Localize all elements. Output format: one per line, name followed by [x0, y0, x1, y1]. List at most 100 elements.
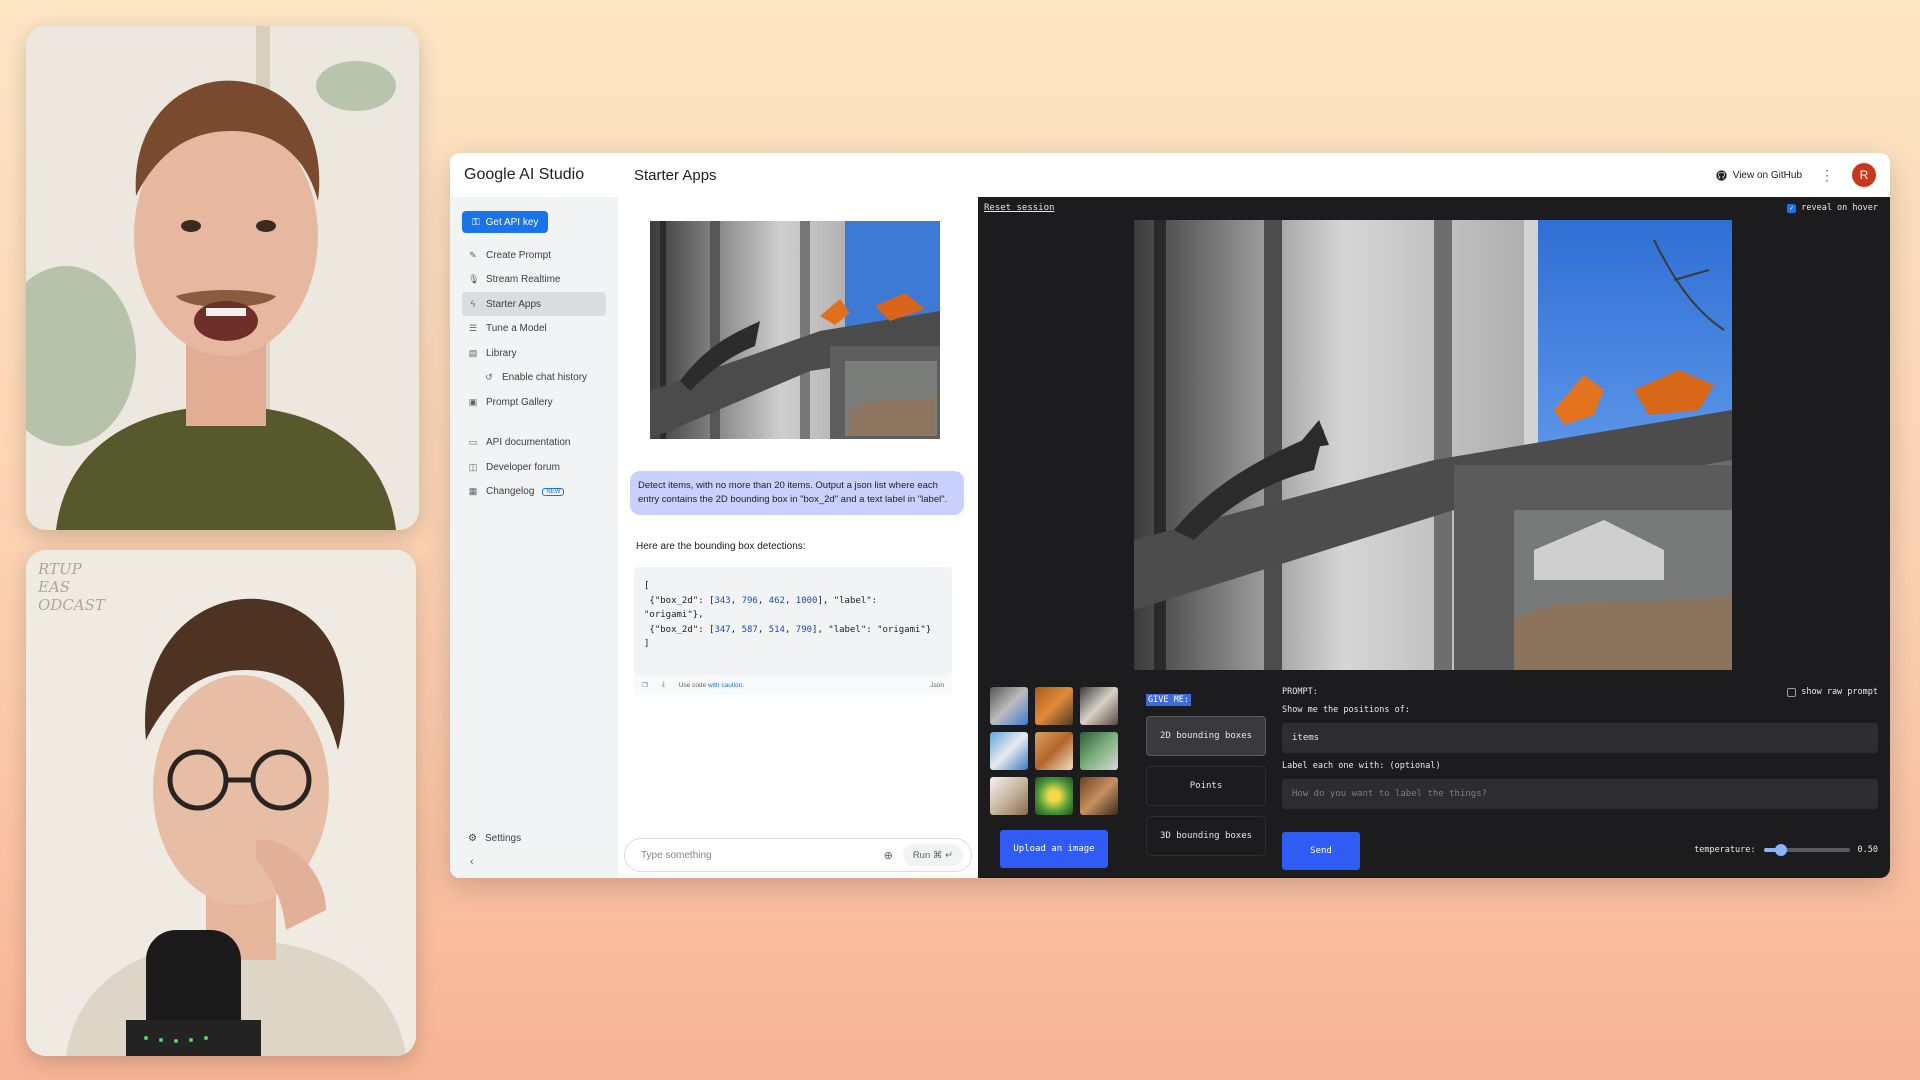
example-thumbnail[interactable] — [990, 732, 1028, 770]
temperature-slider-handle[interactable] — [1774, 844, 1787, 856]
main-preview-image[interactable] — [1134, 220, 1732, 670]
upload-image-button[interactable]: Upload an image — [1000, 830, 1108, 868]
positions-label: Show me the positions of: — [1282, 705, 1410, 715]
sidebar-item-stream-realtime[interactable]: 🎙 Stream Realtime — [462, 268, 606, 292]
example-thumbnail[interactable] — [1080, 777, 1118, 815]
webcam-presenter-2-image — [26, 550, 416, 1056]
example-thumbnail[interactable] — [990, 687, 1028, 725]
give-me-label: GIVE ME: — [1146, 694, 1191, 706]
code-number: 796 — [741, 595, 758, 606]
code-token: {"box_2d": [ — [649, 595, 715, 606]
code-number: 347 — [714, 624, 731, 635]
add-media-icon[interactable]: ⊕ — [884, 849, 893, 862]
composer-input[interactable]: Type something — [641, 850, 712, 861]
sidebar-item-tune-a-model[interactable]: ☰ Tune a Model — [462, 317, 606, 341]
collapse-sidebar-icon[interactable]: ‹ — [470, 856, 474, 868]
spatial-understanding-app: Reset session ✓ reveal on hover Upload a… — [978, 197, 1890, 878]
code-caution-note: Use code with caution. — [679, 682, 744, 689]
uploaded-image — [650, 221, 940, 439]
gear-icon: ⚙ — [468, 833, 477, 844]
show-raw-prompt-toggle[interactable]: show raw prompt — [1787, 687, 1878, 697]
example-thumbnail[interactable] — [1035, 687, 1073, 725]
show-raw-prompt-label: show raw prompt — [1801, 687, 1878, 697]
reveal-on-hover-label: reveal on hover — [1801, 203, 1878, 213]
code-number: 1000 — [795, 595, 818, 606]
bolt-icon: ϟ — [470, 299, 476, 309]
forum-icon: ◫ — [468, 461, 478, 472]
sidebar-item-enable-chat-history[interactable]: ↺ Enable chat history — [462, 366, 606, 390]
reset-session-link[interactable]: Reset session — [984, 203, 1054, 213]
github-link-label: View on GitHub — [1732, 169, 1802, 181]
example-thumbnail[interactable] — [990, 777, 1028, 815]
checkbox-unchecked-icon[interactable] — [1787, 687, 1797, 697]
sidebar-item-create-prompt[interactable]: ✎ Create Prompt — [462, 243, 606, 267]
sidebar-item-label: Create Prompt — [486, 249, 552, 261]
changelog-icon: ▦ — [468, 486, 478, 496]
settings-label: Settings — [484, 833, 522, 844]
docs-icon: ▭ — [468, 437, 478, 447]
code-line-1-cont: "origami"}, — [644, 610, 704, 620]
run-label: Run — [912, 849, 931, 861]
code-line-close: ] — [644, 639, 650, 649]
history-icon: ↺ — [485, 372, 493, 382]
wall-writing: RTUP EAS ODCAST — [38, 560, 105, 614]
code-number: 790 — [795, 624, 813, 635]
sidebar-item-settings[interactable]: ⚙ Settings — [462, 833, 527, 844]
copy-icon[interactable]: ❐ — [642, 681, 648, 689]
label-input[interactable]: How do you want to label the things? — [1282, 779, 1878, 809]
give-me-options: GIVE ME: 2D bounding boxes Points 3D bou… — [1146, 687, 1270, 856]
example-thumbnail[interactable] — [1080, 732, 1118, 770]
top-bar: Google AI Studio Starter Apps View on Gi… — [450, 153, 1890, 197]
microphone-icon: 🎙 — [468, 274, 480, 284]
get-api-key-label: Get API key — [485, 216, 539, 228]
checkbox-checked-icon[interactable]: ✓ — [1787, 203, 1797, 213]
example-thumbnail[interactable] — [1035, 777, 1073, 815]
sidebar-item-label: Prompt Gallery — [486, 396, 553, 408]
example-thumbnail[interactable] — [1080, 687, 1118, 725]
reveal-on-hover-toggle[interactable]: ✓ reveal on hover — [1787, 203, 1878, 213]
sidebar-item-starter-apps[interactable]: ϟ Starter Apps — [462, 292, 606, 316]
temperature-label: temperature: — [1694, 845, 1756, 855]
chat-panel: Detect items, with no more than 20 items… — [618, 197, 978, 878]
prompt-panel: PROMPT: show raw prompt Show me the posi… — [1282, 687, 1878, 870]
code-line-2: {"box_2d": [347, 587, 514, 790], "label"… — [649, 624, 932, 635]
gallery-icon: ▣ — [468, 396, 478, 407]
sidebar-nav: ✎ Create Prompt 🎙 Stream Realtime ϟ Star… — [462, 243, 606, 504]
webcam-presenter-2: RTUP EAS ODCAST — [26, 550, 416, 1056]
sidebar-item-prompt-gallery[interactable]: ▣ Prompt Gallery — [462, 390, 606, 414]
temperature-control: temperature: 0.50 — [1694, 844, 1878, 856]
mode-2d-bounding-boxes[interactable]: 2D bounding boxes — [1146, 716, 1266, 756]
chat-composer[interactable]: Type something ⊕ Run ⌘ ↵ — [624, 838, 972, 872]
webcam-presenter-1 — [26, 26, 419, 530]
sidebar-item-api-documentation[interactable]: ▭ API documentation — [462, 431, 606, 455]
caution-link[interactable]: with caution. — [708, 682, 744, 689]
code-footer: ❐ ⤓ Use code with caution. Json — [634, 675, 952, 695]
create-prompt-icon: ✎ — [469, 249, 477, 260]
positions-input[interactable]: items — [1282, 723, 1878, 753]
sidebar-item-label: Starter Apps — [486, 298, 542, 310]
run-button[interactable]: Run ⌘ ↵ — [902, 844, 963, 866]
sidebar-item-changelog[interactable]: ▦ Changelog NEW — [462, 480, 606, 504]
model-response-intro: Here are the bounding box detections: — [636, 541, 806, 552]
code-number: 587 — [741, 624, 758, 635]
code-token: ], "label": "origami"} — [812, 624, 932, 635]
run-shortcut: ⌘ ↵ — [932, 849, 953, 861]
temperature-slider[interactable] — [1763, 844, 1850, 856]
code-number: 462 — [768, 595, 785, 606]
key-icon: ⚿ — [472, 216, 480, 228]
mode-3d-bounding-boxes[interactable]: 3D bounding boxes — [1146, 816, 1266, 856]
sidebar-item-developer-forum[interactable]: ◫ Developer forum — [462, 455, 606, 479]
download-icon[interactable]: ⤓ — [662, 681, 665, 689]
example-thumbnail[interactable] — [1035, 732, 1073, 770]
mode-points[interactable]: Points — [1146, 766, 1266, 806]
sidebar-item-library[interactable]: ▤ Library — [462, 341, 606, 365]
sidebar-item-label: API documentation — [486, 437, 571, 448]
library-icon: ▤ — [468, 347, 478, 358]
avatar[interactable]: R — [1852, 163, 1876, 187]
send-button[interactable]: Send — [1282, 832, 1360, 870]
tune-icon: ☰ — [468, 323, 478, 333]
more-vert-icon[interactable]: ⋮ — [1820, 167, 1834, 184]
github-link[interactable]: View on GitHub — [1716, 170, 1802, 181]
get-api-key-button[interactable]: ⚿ Get API key — [462, 211, 549, 233]
